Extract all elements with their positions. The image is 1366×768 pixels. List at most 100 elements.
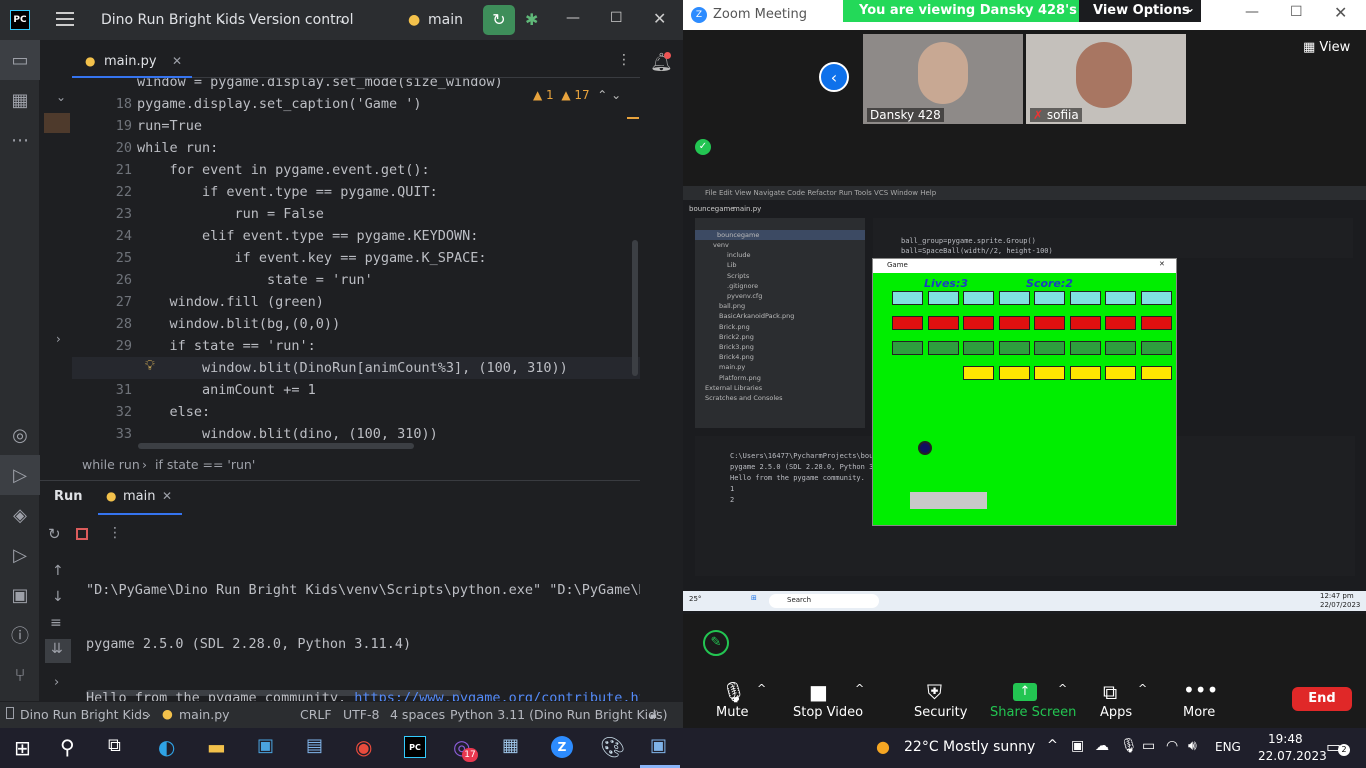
more-icon[interactable]: ⋮ [617,52,631,68]
lock-icon[interactable]: 🔓︎ [650,706,658,722]
wifi-icon[interactable]: ◠ [1166,738,1178,754]
more-icon[interactable]: ••• [1183,678,1218,702]
terminal-icon[interactable]: ▣ [0,575,40,615]
mute-button[interactable]: Mute [716,705,749,720]
chevron-up-icon[interactable]: ^ [1047,738,1058,753]
scroll-to-end-icon[interactable]: ⇊ [45,639,71,663]
pycharm-taskbar-icon[interactable]: PC [404,736,426,758]
microphone-icon[interactable]: 🎙︎ [1120,738,1138,754]
services-icon[interactable]: ▷ [0,535,40,575]
stop-video-button[interactable]: Stop Video [793,705,863,720]
language-indicator[interactable]: ENG [1215,740,1241,754]
code-editor[interactable]: window = pygame.display.set_mode(size_wi… [72,78,640,450]
volume-icon[interactable]: 🔊︎ [1188,738,1197,754]
status-file[interactable]: main.py [179,707,230,722]
status-encoding[interactable]: UTF-8 [343,707,379,722]
app-icon[interactable]: ▦ [502,735,519,756]
chevron-up-icon[interactable]: ^ [1138,682,1147,695]
chrome-icon[interactable]: ◉ [355,735,372,759]
stop-icon[interactable] [76,528,88,540]
back-arrow-icon[interactable]: ‹ [819,62,849,92]
microphone-icon[interactable]: 🎙︎ [721,680,746,704]
chevron-down-icon: ⌄ [218,15,227,26]
soft-wrap-icon[interactable]: ≡ [50,615,62,631]
task-view-icon[interactable]: ⧉ [108,735,121,756]
maximize-icon[interactable]: ☐ [610,10,623,26]
app-icon[interactable]: ▣ [257,735,274,756]
run-icon[interactable]: ↻ [483,5,515,35]
status-project[interactable]: Dino Run Bright Kids [20,707,149,722]
rerun-icon[interactable]: ↻ [48,525,61,543]
app-icon[interactable]: ▤ [306,735,323,756]
problems-icon[interactable]: ⓘ [0,615,40,655]
git-icon[interactable]: ⑂ [0,655,40,695]
share-screen-icon[interactable]: ↑ [1013,683,1037,701]
minimize-icon[interactable]: — [566,10,580,26]
chevron-down-icon[interactable]: ⌄ [56,90,66,104]
cloud-icon[interactable]: ☁ [1095,738,1109,754]
close-icon[interactable]: ✕ [1334,3,1347,22]
edge-icon[interactable]: ◐ [158,735,175,759]
arrow-up-icon[interactable]: ↑ [52,563,64,579]
chevron-right-icon[interactable]: › [54,675,59,690]
share-screen-button[interactable]: Share Screen [990,705,1076,720]
chevron-up-icon[interactable]: ^ [1058,682,1067,695]
folder-icon[interactable]: ▭ [0,40,40,80]
brick [1069,366,1101,380]
security-button[interactable]: Security [914,705,967,720]
tab-run-main[interactable]: ● main ✕ [98,481,182,515]
paint-icon[interactable]: 🎨︎ [600,735,625,759]
status-indent[interactable]: 4 spaces [390,707,445,722]
close-icon[interactable]: ✕ [653,9,666,28]
structure-icon[interactable]: ▦ [0,80,40,120]
inspection-widget[interactable]: ▲ 1 ▲ 17 ⌃ ⌄ [533,88,621,102]
view-button[interactable]: ▦ View [1303,40,1366,62]
app-icon[interactable]: ▣ [650,735,667,756]
participant-tile-sofiia[interactable]: ✗ sofiia [1026,34,1186,124]
arrow-down-icon[interactable]: ↓ [52,589,64,605]
python-console-icon[interactable]: ◎ [0,415,40,455]
camera-icon[interactable]: ▣ [1071,738,1084,754]
video-camera-icon[interactable]: ■ [809,680,828,704]
clock-date[interactable]: 22.07.2023 [1258,749,1327,763]
run-tool-icon[interactable]: ▷ [0,455,40,495]
breadcrumb-item[interactable]: while run [82,457,140,472]
security-shield-icon[interactable]: ⛨ [927,680,942,704]
more-icon[interactable]: ⋮ [108,525,122,541]
layers-icon[interactable]: ◈ [0,495,40,535]
chevron-up-icon[interactable]: ^ [757,682,766,695]
weather-text[interactable]: 22°C Mostly sunny [904,739,1035,755]
pencil-icon[interactable]: ✎ [703,630,729,656]
status-interpreter[interactable]: Python 3.11 (Dino Run Bright Kids) [450,707,667,722]
more-button[interactable]: More [1183,705,1215,720]
chevron-up-icon[interactable]: ^ [855,682,864,695]
tab-label: main.py [104,54,157,69]
apps-button[interactable]: Apps [1100,705,1132,720]
end-meeting-button[interactable]: End [1292,687,1352,711]
close-icon[interactable]: ✕ [162,489,172,503]
breadcrumb-item[interactable]: if state == 'run' [155,457,255,472]
close-icon[interactable]: ✕ [172,54,182,68]
shield-check-icon[interactable]: ✓ [695,139,711,155]
status-line-separator[interactable]: CRLF [300,707,332,722]
view-options-button[interactable]: View Options ⌄ [1079,0,1201,22]
file-explorer-icon[interactable]: ▬ [207,735,226,759]
minimize-icon[interactable]: — [1245,4,1259,20]
apps-icon[interactable]: ⧉ [1103,680,1117,704]
main-menu-icon[interactable] [56,12,74,26]
horizontal-scrollbar[interactable] [138,443,414,449]
game-window[interactable]: Game ✕ Lives:3 Score:2 [872,258,1177,526]
windows-start-icon[interactable]: ⊞ [14,736,31,760]
search-icon[interactable]: ⚲ [60,735,75,759]
branch-selector[interactable]: main [428,12,463,28]
battery-icon[interactable]: ▭ [1142,738,1155,754]
debug-icon[interactable]: ✱ [525,10,538,29]
maximize-icon[interactable]: ☐ [1290,4,1303,20]
clock-time[interactable]: 19:48 [1268,732,1303,746]
chevron-right-icon[interactable]: › [56,332,61,346]
editor-scrollbar[interactable] [632,240,638,376]
zoom-taskbar-icon[interactable]: Z [551,736,573,758]
more-icon[interactable]: ⋯ [0,120,40,160]
tab-main-py[interactable]: ● main.py ✕ [72,46,192,78]
participant-tile-dansky[interactable]: Dansky 428 [863,34,1023,124]
